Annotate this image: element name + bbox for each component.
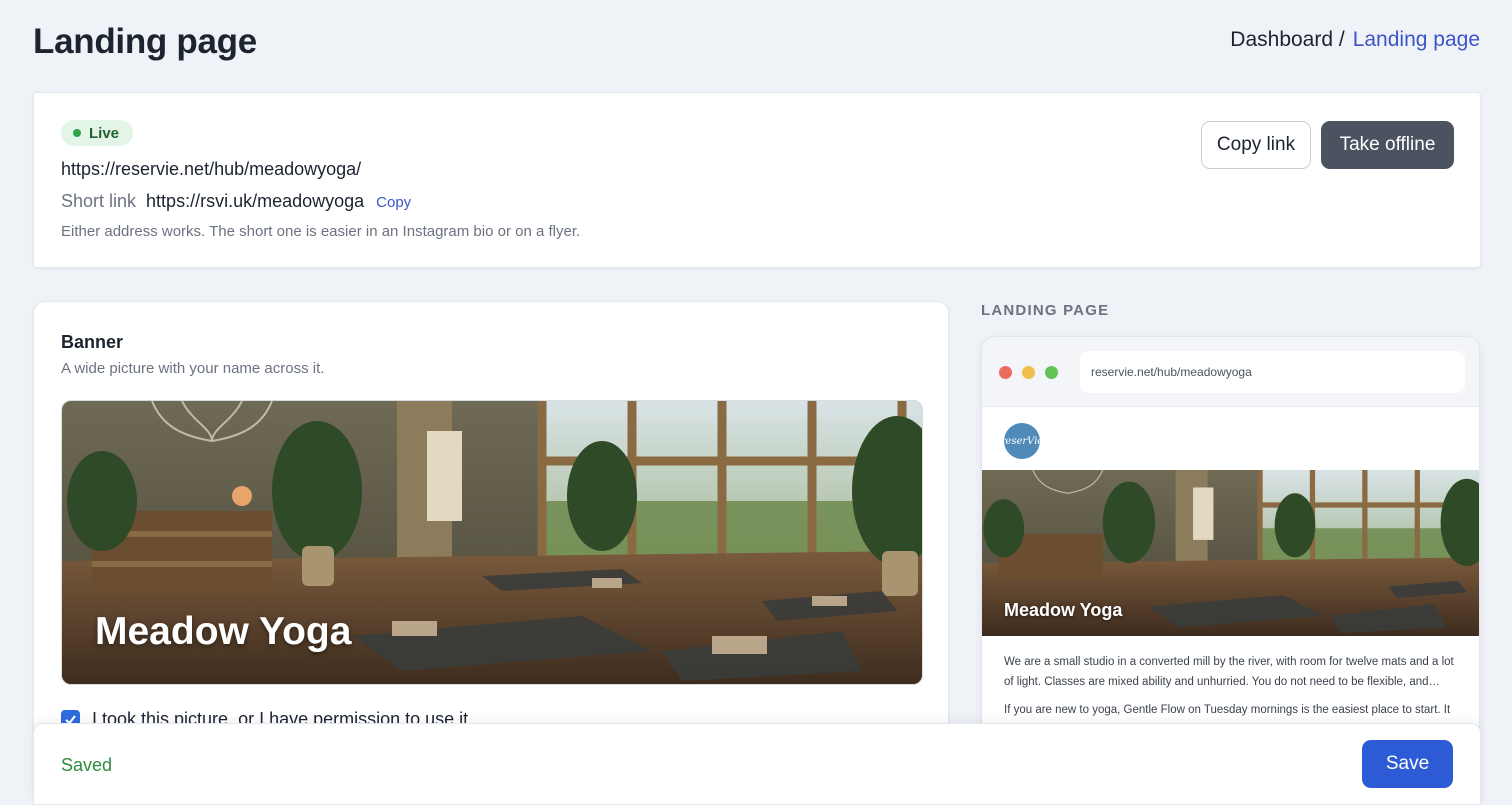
window-maximize-dot-icon	[1045, 366, 1058, 379]
page-title: Landing page	[33, 22, 257, 61]
window-close-dot-icon	[999, 366, 1012, 379]
reservie-logo: reserVie	[1004, 423, 1040, 459]
breadcrumb-dashboard[interactable]: Dashboard /	[1230, 28, 1344, 52]
preview-banner-name: Meadow Yoga	[1004, 600, 1123, 620]
preview-section-label: LANDING PAGE	[981, 302, 1110, 319]
banner-name-overlay: Meadow Yoga	[95, 610, 352, 653]
address-hint: Either address works. The short one is e…	[61, 223, 581, 240]
take-offline-button[interactable]: Take offline	[1321, 121, 1454, 169]
banner-image[interactable]: Meadow Yoga	[61, 400, 923, 685]
breadcrumb-current[interactable]: Landing page	[1353, 28, 1480, 52]
short-link-row: Short link https://rsvi.uk/meadowyoga Co…	[61, 191, 411, 212]
status-card: Live https://reservie.net/hub/meadowyoga…	[33, 92, 1481, 268]
live-badge-label: Live	[89, 124, 120, 142]
preview-paragraph-1: We are a small studio in a converted mil…	[1004, 656, 1454, 688]
copy-short-link-button[interactable]: Copy	[376, 194, 411, 211]
short-link-label: Short link	[61, 191, 137, 211]
preview-url-bar: reservie.net/hub/meadowyoga	[1080, 351, 1465, 393]
preview-paragraph-2: If you are new to yoga, Gentle Flow on T…	[1004, 704, 1451, 716]
live-badge: Live	[61, 120, 134, 146]
save-footer-bar: Saved Save	[33, 723, 1481, 805]
live-dot-icon	[73, 129, 81, 137]
preview-banner-image: Meadow Yoga	[982, 470, 1479, 636]
preview-browser-bar: reservie.net/hub/meadowyoga	[982, 337, 1479, 407]
banner-section-subtitle: A wide picture with your name across it.	[61, 360, 325, 377]
full-url: https://reservie.net/hub/meadowyoga/	[61, 159, 362, 179]
breadcrumb: Dashboard / Landing page	[1230, 28, 1480, 52]
banner-section-title: Banner	[61, 332, 124, 352]
copy-link-button[interactable]: Copy link	[1201, 121, 1311, 169]
window-minimize-dot-icon	[1022, 366, 1035, 379]
short-link-value: https://rsvi.uk/meadowyoga	[146, 191, 365, 211]
save-status: Saved	[61, 755, 113, 775]
save-button[interactable]: Save	[1362, 740, 1453, 788]
